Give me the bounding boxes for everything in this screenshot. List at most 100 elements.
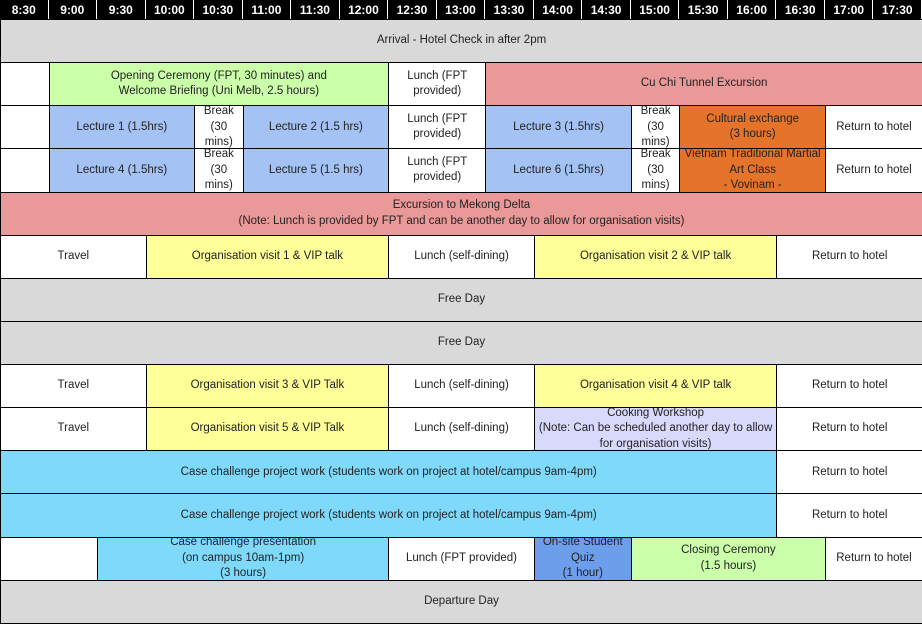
schedule-cell: Departure Day bbox=[0, 579, 922, 624]
time-header: 13:00 bbox=[436, 0, 486, 19]
cell-text: Lecture 6 (1.5hrs) bbox=[513, 163, 604, 176]
cell-text: Free Day bbox=[437, 293, 486, 306]
empty-cell bbox=[0, 536, 99, 581]
schedule-cell: Travel bbox=[0, 364, 147, 409]
schedule-cell: Lecture 5 (1.5 hrs) bbox=[242, 148, 390, 193]
schedule-cell: Lunch (FPT provided) bbox=[388, 148, 487, 193]
schedule-cell: Break (30 mins) bbox=[194, 105, 244, 150]
schedule-cell: Break (30 mins) bbox=[194, 148, 244, 193]
cell-text: Lecture 4 (1.5hrs) bbox=[76, 163, 168, 176]
cell-text: Return to hotel bbox=[836, 551, 912, 564]
time-header: 17:30 bbox=[873, 0, 922, 19]
schedule-cell: Case challenge project work (students wo… bbox=[0, 493, 778, 538]
cell-text: Lunch (FPT provided) bbox=[407, 69, 468, 98]
cell-text: Lecture 2 (1.5 hrs) bbox=[268, 120, 363, 133]
schedule-cell: Lunch (self-dining) bbox=[388, 364, 535, 409]
schedule-grid: 8:30 9:00 9:30 10:00 10:30 11:00 11:30 12:00 12:… bbox=[0, 0, 922, 624]
schedule-cell: Lecture 4 (1.5hrs) bbox=[48, 148, 196, 193]
schedule-cell: Return to hotel bbox=[824, 148, 922, 193]
schedule-cell: Cultural exchange (3 hours) bbox=[679, 105, 826, 150]
empty-cell bbox=[0, 148, 50, 193]
schedule-cell: Lecture 3 (1.5hrs) bbox=[485, 105, 632, 150]
time-header: 14:30 bbox=[582, 0, 631, 19]
cell-text: Arrival - Hotel Check in after 2pm bbox=[376, 34, 547, 47]
schedule-cell: Travel bbox=[0, 234, 147, 279]
schedule-cell: Organisation visit 3 & VIP Talk bbox=[145, 364, 390, 409]
cell-text: Opening Ceremony (FPT, 30 minutes) and W… bbox=[110, 69, 327, 98]
cell-text: Break (30 mins) bbox=[640, 105, 671, 149]
schedule-cell: Lunch (FPT provided) bbox=[388, 62, 487, 107]
cell-text: On-site Student Quiz (1 hour) bbox=[542, 536, 623, 580]
cell-text: Cu Chi Tunnel Excursion bbox=[640, 77, 768, 90]
time-header: 9:30 bbox=[97, 0, 146, 19]
cell-text: Organisation visit 1 & VIP talk bbox=[191, 249, 344, 262]
cell-text: Lecture 5 (1.5 hrs) bbox=[268, 163, 363, 176]
time-header: 16:30 bbox=[776, 0, 825, 19]
schedule-cell: Organisation visit 1 & VIP talk bbox=[145, 234, 390, 279]
schedule-cell: Return to hotel bbox=[776, 493, 922, 538]
cell-text: Lunch (FPT provided) bbox=[405, 551, 517, 564]
time-header: 10:30 bbox=[194, 0, 243, 19]
cell-text: Departure Day bbox=[424, 594, 499, 607]
cell-text: Return to hotel bbox=[836, 120, 912, 133]
empty-cell bbox=[0, 62, 50, 107]
cell-text: Cultural exchange (3 hours) bbox=[706, 112, 799, 141]
cell-text: Return to hotel bbox=[811, 465, 888, 478]
schedule-cell: Organisation visit 5 & VIP Talk bbox=[145, 407, 390, 452]
cell-text: Return to hotel bbox=[811, 249, 888, 262]
cell-text: Organisation visit 3 & VIP Talk bbox=[190, 379, 345, 392]
schedule-cell: Lunch (self-dining) bbox=[388, 234, 535, 279]
cell-text: Organisation visit 5 & VIP Talk bbox=[190, 422, 345, 435]
cell-text: Case challenge project work (students wo… bbox=[180, 508, 597, 521]
schedule-cell: Lunch (FPT provided) bbox=[388, 536, 535, 581]
schedule-cell: Case challenge project work (students wo… bbox=[0, 450, 778, 495]
cell-text: Cooking Workshop (Note: Can be scheduled… bbox=[538, 407, 773, 450]
schedule-cell: Cu Chi Tunnel Excursion bbox=[485, 62, 922, 107]
schedule-cell: Cooking Workshop (Note: Can be scheduled… bbox=[533, 407, 778, 452]
cell-text: Return to hotel bbox=[811, 508, 888, 521]
empty-cell bbox=[0, 105, 50, 150]
cell-text: Travel bbox=[57, 422, 90, 435]
cell-text: Return to hotel bbox=[811, 379, 888, 392]
cell-text: Return to hotel bbox=[836, 163, 912, 176]
cell-text: Break (30 mins) bbox=[203, 105, 234, 149]
time-header: 12:00 bbox=[339, 0, 389, 19]
cell-text: Organisation visit 4 & VIP talk bbox=[579, 379, 732, 392]
cell-text: Organisation visit 2 & VIP talk bbox=[579, 249, 732, 262]
cell-text: Lunch (self-dining) bbox=[414, 379, 509, 392]
schedule-cell: Return to hotel bbox=[776, 407, 922, 452]
time-header: 12:30 bbox=[388, 0, 437, 19]
schedule-cell: Vietnam Traditional Martial Art Class - … bbox=[679, 148, 826, 193]
cell-text: Break (30 mins) bbox=[640, 148, 671, 192]
time-header: 16:00 bbox=[727, 0, 777, 19]
time-header: 9:00 bbox=[48, 0, 98, 19]
cell-text: Travel bbox=[57, 379, 90, 392]
cell-text: Vietnam Traditional Martial Art Class - … bbox=[684, 148, 821, 192]
cell-text: Travel bbox=[57, 249, 90, 262]
time-header: 11:30 bbox=[291, 0, 340, 19]
cell-text: Case challenge project work (students wo… bbox=[180, 465, 597, 478]
schedule-cell: Travel bbox=[0, 407, 147, 452]
schedule-cell: Lecture 2 (1.5 hrs) bbox=[242, 105, 390, 150]
cell-text: Lunch (self-dining) bbox=[414, 422, 509, 435]
schedule-cell: Case challenge presentation (on campus 1… bbox=[97, 536, 390, 581]
schedule-cell: Free Day bbox=[0, 320, 922, 365]
time-header: 17:00 bbox=[824, 0, 874, 19]
cell-text: Free Day bbox=[437, 336, 486, 349]
cell-text: Lecture 3 (1.5hrs) bbox=[513, 120, 604, 133]
time-header: 8:30 bbox=[0, 0, 49, 19]
cell-text: Excursion to Mekong Delta (Note: Lunch i… bbox=[238, 199, 685, 227]
schedule-cell: Break (30 mins) bbox=[630, 105, 681, 150]
cell-text: Lunch (FPT provided) bbox=[407, 112, 468, 141]
time-header: 13:30 bbox=[485, 0, 534, 19]
time-header: 15:00 bbox=[630, 0, 680, 19]
schedule-cell: Return to hotel bbox=[776, 450, 922, 495]
schedule-cell: Free Day bbox=[0, 277, 922, 322]
schedule-cell: Return to hotel bbox=[824, 105, 922, 150]
time-header: 11:00 bbox=[242, 0, 292, 19]
cell-text: Lunch (FPT provided) bbox=[407, 155, 468, 184]
schedule-cell: Return to hotel bbox=[776, 234, 922, 279]
cell-text: Break (30 mins) bbox=[203, 148, 234, 192]
schedule-cell: Lecture 6 (1.5hrs) bbox=[485, 148, 632, 193]
schedule-cell: Organisation visit 2 & VIP talk bbox=[533, 234, 778, 279]
